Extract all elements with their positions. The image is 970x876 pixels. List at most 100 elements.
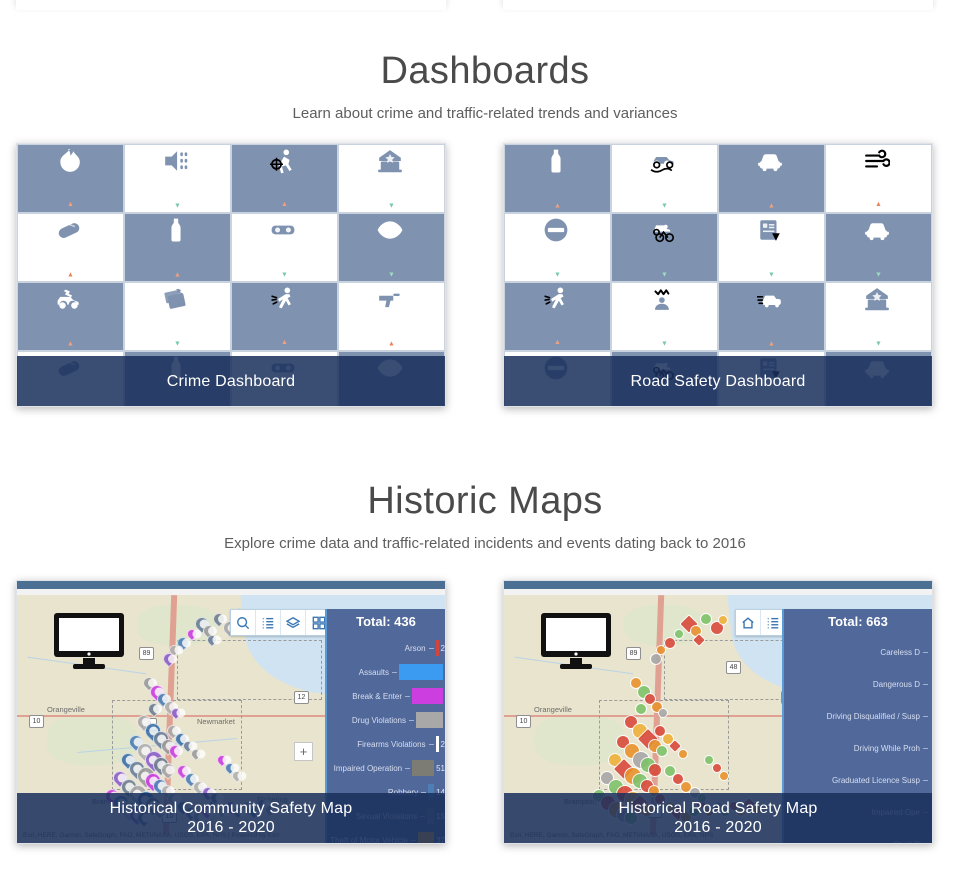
map-incident-marker[interactable]: [674, 629, 684, 639]
metric-tile[interactable]: ▼: [612, 145, 717, 212]
monitor-icon: [54, 613, 124, 669]
trend-caret-icon: ▼: [554, 271, 561, 279]
break-and-enter-icon: [377, 150, 402, 173]
legend-tick: [428, 647, 434, 649]
map-incident-marker[interactable]: [718, 615, 728, 625]
bottle-icon: [550, 149, 561, 173]
metric-tile[interactable]: ▼: [719, 214, 824, 281]
community-safety-map-card[interactable]: 89 12 10 9 10 Simcoe Orangeville Newmark…: [16, 580, 446, 844]
legend-item[interactable]: Driving Disqualified / Susp: [784, 700, 932, 732]
metric-tile[interactable]: ▲: [125, 214, 230, 281]
legend-tick: [405, 767, 411, 769]
metric-tile[interactable]: ▼: [826, 283, 931, 350]
metric-tile[interactable]: ▲: [232, 283, 337, 350]
legend-label: Dangerous D: [872, 679, 920, 689]
attempt-capital-crime-icon: [269, 149, 292, 174]
metric-delta: ▼: [505, 269, 610, 279]
metric-body: [163, 217, 193, 243]
metric-tile[interactable]: ▲: [232, 145, 337, 212]
map-incident-marker[interactable]: [658, 708, 668, 718]
legend-item[interactable]: Impaired Operation 51: [327, 756, 445, 780]
fail-to-remain-icon: [756, 295, 781, 308]
legend-item[interactable]: Driving While Proh: [784, 732, 932, 764]
trend-caret-icon: ▲: [768, 202, 775, 210]
metric-delta: ▲: [339, 338, 444, 348]
trend-caret-icon: ▼: [388, 202, 395, 210]
legend-list-icon[interactable]: [256, 610, 281, 635]
metric-body: [650, 217, 680, 243]
metric-body: [650, 286, 680, 312]
car-front-icon: [757, 154, 782, 172]
metric-tile[interactable]: ▲: [339, 283, 444, 350]
crime-dashboard-caption: Crime Dashboard: [17, 356, 445, 406]
legend-label: Graduated Licence Susp: [831, 775, 920, 785]
trend-caret-icon: ▼: [281, 271, 288, 279]
metric-tile[interactable]: ▲: [18, 283, 123, 350]
place-label-orangeville: Orangeville: [47, 705, 85, 714]
legend-item[interactable]: Dangerous D: [784, 668, 932, 700]
road-safety-map-card[interactable]: 89 48 12 10 10 Orangeville Brampton: [503, 580, 933, 844]
metric-tile[interactable]: ▼: [232, 214, 337, 281]
layers-icon[interactable]: [281, 610, 306, 635]
metric-tile[interactable]: ▲: [505, 145, 610, 212]
dashboards-header: Dashboards Learn about crime and traffic…: [0, 50, 970, 122]
legend-item[interactable]: Arson 2: [327, 636, 445, 660]
search-icon[interactable]: [231, 610, 256, 635]
metric-delta: ▼: [125, 200, 230, 210]
road-safety-dashboard-card[interactable]: ▲ ▼ ▲ ▲ ▼ ▼ ▼ ▼ ▲ ▼ ▲ ▼ ▼ ▼ ▼ ▼ Road Saf…: [503, 143, 933, 407]
metric-body: [377, 217, 407, 243]
metric-tile[interactable]: ▼: [826, 214, 931, 281]
metric-tile[interactable]: ▼: [612, 214, 717, 281]
trend-caret-icon: ▼: [661, 271, 668, 279]
trend-caret-icon: ▲: [554, 202, 561, 210]
flame-icon: [59, 149, 80, 172]
trend-caret-icon: ▼: [875, 271, 882, 279]
map-incident-marker[interactable]: [635, 703, 647, 715]
crime-dashboard-card[interactable]: ▲ ▼ ▲ ▼ ▲ ▲ ▼ ▼ ▲ ▼ ▲ ▲ ▲ ▲ ▼ ▼ Crime Da…: [16, 143, 446, 407]
metric-tile[interactable]: ▼: [612, 283, 717, 350]
map-incident-marker[interactable]: [650, 653, 662, 665]
metric-body: [543, 286, 573, 312]
map-incident-marker[interactable]: [678, 749, 688, 759]
home-icon[interactable]: [736, 610, 761, 635]
trend-caret-icon: ▲: [67, 340, 74, 348]
metric-tile[interactable]: ▼: [505, 214, 610, 281]
metric-delta: ▲: [18, 338, 123, 348]
map-incident-marker[interactable]: [664, 637, 676, 649]
legend-item[interactable]: Graduated Licence Susp: [784, 764, 932, 796]
legend-item[interactable]: Firearms Violations 2: [327, 732, 445, 756]
metric-tile[interactable]: ▼: [339, 145, 444, 212]
metric-tile[interactable]: ▼: [125, 145, 230, 212]
caption-line-1: Historical Road Safety Map: [618, 800, 818, 817]
metric-tile[interactable]: ▲: [505, 283, 610, 350]
metric-tile[interactable]: ▲: [719, 283, 824, 350]
legend-label: Impaired Operation: [333, 763, 403, 773]
legend-item[interactable]: Drug Violations: [327, 708, 445, 732]
legend-item[interactable]: Assaults: [327, 660, 445, 684]
map-incident-marker[interactable]: [719, 771, 729, 781]
metric-tile[interactable]: ▼: [339, 214, 444, 281]
metric-delta: ▼: [612, 338, 717, 348]
map-incident-marker[interactable]: [656, 745, 668, 757]
metric-tile[interactable]: ▲: [719, 145, 824, 212]
map-incident-marker[interactable]: [648, 763, 662, 777]
metric-delta: ▲: [125, 269, 230, 279]
legend-item[interactable]: Break & Enter: [327, 684, 445, 708]
metric-body: [377, 286, 407, 312]
trend-caret-icon: ▲: [67, 271, 74, 279]
metric-tile[interactable]: ▲: [18, 145, 123, 212]
theft-icon: [163, 288, 186, 309]
community-map-toolbar[interactable]: [230, 609, 332, 636]
metric-tile[interactable]: ▲: [18, 214, 123, 281]
legend-item[interactable]: Careless D: [784, 636, 932, 668]
metric-delta: ▼: [232, 269, 337, 279]
road-safety-map-caption: Historical Road Safety Map 2016 - 2020: [504, 793, 932, 843]
legend-label: Firearms Violations: [357, 739, 426, 749]
violations-causing-death-icon: [543, 287, 564, 309]
trend-caret-icon: ▼: [875, 340, 882, 348]
property-damage-icon: [864, 288, 889, 311]
caption-line-1: Historical Community Safety Map: [109, 800, 353, 817]
metric-tile[interactable]: ▼: [125, 283, 230, 350]
metric-tile[interactable]: ▲: [826, 145, 931, 212]
zoom-in-button[interactable]: +: [294, 742, 313, 761]
